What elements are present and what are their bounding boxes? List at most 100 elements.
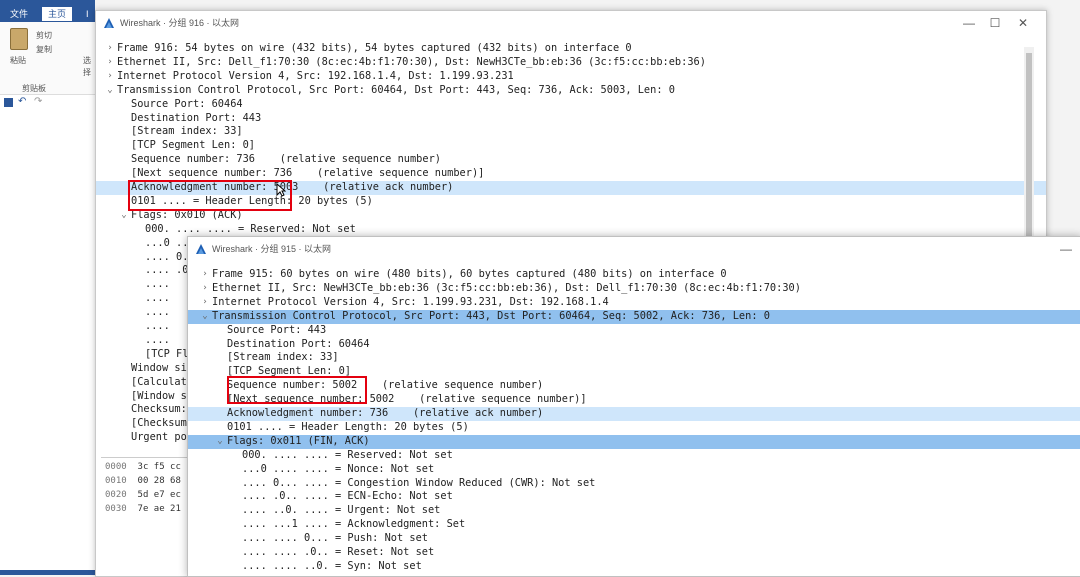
tree-row[interactable]: [Next sequence number: 736 (relative seq… [96,167,1046,181]
collapsed-chevron-icon[interactable]: › [200,282,210,296]
tree-row[interactable]: › Frame 916: 54 bytes on wire (432 bits),… [96,42,1046,56]
tree-row[interactable]: ⌄ Flags: 0x011 (FIN, ACK) [188,434,1080,449]
tree-row[interactable]: 000. .... .... = Reserved: Not set [188,449,1080,463]
packet-bytes-pane: 0000 3c f5 cc 0010 00 28 68 0020 5d e7 e… [101,457,192,568]
tab-file[interactable]: 文件 [4,7,34,21]
copy-label[interactable]: 复制 [36,44,52,55]
tab-partial[interactable]: I [84,7,91,21]
tab-home[interactable]: 主页 [42,7,73,21]
tree-row[interactable]: › Ethernet II, Src: NewH3CTe_bb:eb:36 (3c… [188,282,1080,296]
collapsed-chevron-icon[interactable]: › [105,70,115,84]
window-title: Wireshark · 分组 915 · 以太网 [212,244,332,254]
hex-row: 0030 7e ae 21 [105,504,181,517]
tree-row-text: Transmission Control Protocol, Src Port:… [212,309,770,322]
redo-icon[interactable]: ↷ [34,96,42,107]
tree-row-text: Transmission Control Protocol, Src Port:… [117,83,675,96]
tree-row-text: .... ...1 .... = Acknowledgment: Set [242,518,466,531]
expanded-chevron-icon[interactable]: ⌄ [200,310,210,324]
hex-offset: 0000 [105,462,127,472]
quick-access-toolbar: ↶ ↷ [0,96,95,110]
status-strip [0,570,95,575]
tree-row[interactable]: ⌄ Transmission Control Protocol, Src Port… [96,84,1046,98]
background-app: 文件 主页 I 粘贴 剪切 复制 剪贴板 选 择 ↶ ↷ [0,0,95,575]
tree-row-text: Destination Port: 60464 [227,337,370,350]
cut-label[interactable]: 剪切 [36,30,52,41]
tree-row[interactable]: .... .0.. .... = ECN-Echo: Not set [188,490,1080,504]
tree-row-text: [TCP Segment Len: 0] [131,139,255,152]
tree-row-text: Ethernet II, Src: NewH3CTe_bb:eb:36 (3c:… [212,281,801,294]
tree-row-text: Frame 915: 60 bytes on wire (480 bits), … [212,268,727,280]
tree-row[interactable]: Source Port: 60464 [96,98,1046,112]
maximize-button[interactable]: ☐ [984,15,1006,31]
tree-row[interactable]: Destination Port: 60464 [188,338,1080,352]
tree-row[interactable]: [Stream index: 33] [96,125,1046,139]
wireshark-fin-icon [104,18,114,28]
hex-row: 0020 5d e7 ec [105,490,181,503]
tree-row[interactable]: › Internet Protocol Version 4, Src: 1.199… [188,296,1080,310]
tree-row[interactable]: › Internet Protocol Version 4, Src: 192.1… [96,70,1046,84]
tree-row-text: [Window si [131,389,193,402]
tree-row[interactable]: .... 0... .... = Congestion Window Reduc… [188,477,1080,491]
tree-row[interactable]: ...0 .... .... = Nonce: Not set [188,463,1080,477]
tree-row-text: .... ..0. .... = Urgent: Not set [242,504,441,517]
tree-row-text: .... .... 0... = Push: Not set [242,532,428,545]
hex-offset: 0020 [105,490,127,500]
collapsed-chevron-icon[interactable]: › [200,296,210,310]
tree-row[interactable]: › Frame 915: 60 bytes on wire (480 bits),… [188,268,1080,282]
expanded-chevron-icon[interactable]: ⌄ [105,84,115,98]
clipboard-group-label: 剪贴板 [22,84,46,93]
tree-row-text: Internet Protocol Version 4, Src: 1.199.… [212,295,609,308]
minimize-button[interactable]: — [1055,241,1077,257]
tree-row-text: [Calculate [131,375,193,388]
collapsed-chevron-icon[interactable]: › [200,268,210,282]
tree-row[interactable]: Sequence number: 736 (relative sequence … [96,153,1046,167]
tree-row-text: Window siz [131,361,193,374]
tree-row-text: 0101 .... = Header Length: 20 bytes (5) [227,420,469,433]
hex-row: 0010 00 28 68 [105,476,181,489]
hex-bytes: 7e ae 21 [137,504,181,514]
tree-row-text: Urgent poi [131,431,193,444]
collapsed-chevron-icon[interactable]: › [105,42,115,56]
tree-row[interactable]: Acknowledgment number: 736 (relative ack… [188,407,1080,421]
tree-row[interactable]: .... ..0. .... = Urgent: Not set [188,504,1080,518]
tree-row-text: .... [145,306,170,319]
tree-row[interactable]: › Ethernet II, Src: Dell_f1:70:30 (8c:ec:… [96,56,1046,70]
partial-label-1: 选 [83,56,91,65]
tree-row[interactable]: .... .... ..0. = Syn: Not set [188,560,1080,574]
tree-row[interactable]: ⌄ Transmission Control Protocol, Src Port… [188,309,1080,324]
packet-window-915: Wireshark · 分组 915 · 以太网 — › Frame 915: 6… [187,236,1080,577]
wireshark-fin-icon [196,244,206,254]
tree-row-text: Source Port: 60464 [131,97,243,110]
undo-icon[interactable]: ↶ [18,96,26,107]
hex-offset: 0030 [105,504,127,514]
tree-row-text: 000. .... .... = Reserved: Not set [145,222,356,235]
tree-row-text: Destination Port: 443 [131,111,262,124]
tree-row[interactable]: 0101 .... = Header Length: 20 bytes (5) [188,421,1080,435]
save-icon[interactable] [4,98,13,107]
collapsed-chevron-icon[interactable]: › [105,56,115,70]
expanded-chevron-icon[interactable]: ⌄ [215,435,225,449]
tree-row-text: Flags: 0x011 (FIN, ACK) [227,434,370,447]
tree-row[interactable]: 000. .... .... = Reserved: Not set [96,223,1046,237]
tree-row-text: ...0 .... .... = Nonce: Not set [242,462,435,475]
tree-row[interactable]: .... .... .0.. = Reset: Not set [188,546,1080,560]
tree-row[interactable]: .... ...1 .... = Acknowledgment: Set [188,518,1080,532]
window-title: Wireshark · 分组 916 · 以太网 [120,18,240,28]
tree-row-text: Source Port: 443 [227,323,327,336]
minimize-button[interactable]: — [958,15,980,31]
tree-row-text: [Next sequence number: 736 (relative seq… [131,167,485,180]
tree-row[interactable]: [TCP Segment Len: 0] [96,139,1046,153]
tree-row-text: .... [145,320,170,332]
mouse-cursor-icon [276,183,286,197]
tree-row[interactable]: Destination Port: 443 [96,112,1046,126]
ribbon: 粘贴 剪切 复制 剪贴板 选 择 [0,22,95,95]
close-button[interactable]: ✕ [1012,15,1034,31]
tree-row[interactable]: .... .... 0... = Push: Not set [188,532,1080,546]
title-bar: Wireshark · 分组 916 · 以太网 — ☐ ✕ [96,11,1046,35]
tree-row-text: Acknowledgment number: 736 (relative ack… [227,407,544,419]
paste-icon[interactable] [10,28,28,50]
tree-row[interactable]: Source Port: 443 [188,324,1080,338]
paste-label: 粘贴 [10,56,26,65]
tree-row[interactable]: [Stream index: 33] [188,351,1080,365]
tree-row-text: .... [145,292,170,305]
